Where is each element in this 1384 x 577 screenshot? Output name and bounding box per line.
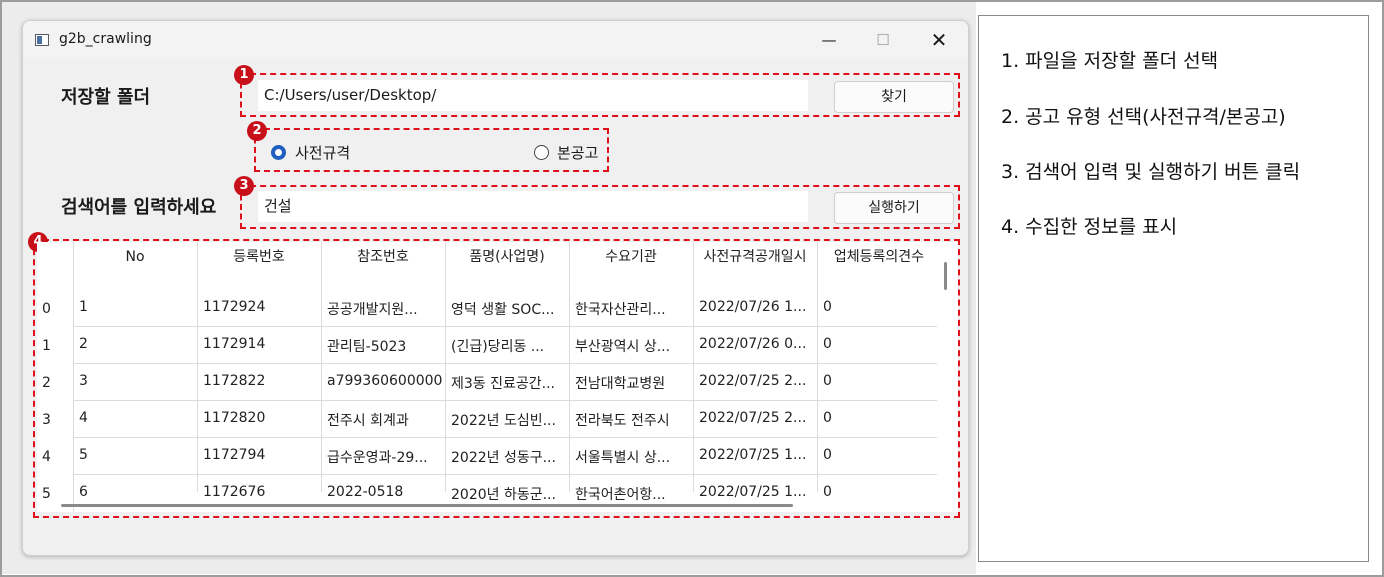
table-cell[interactable]: 관리팀-5023 bbox=[321, 336, 445, 356]
table-cell[interactable]: 2022년 도심빈... bbox=[445, 410, 569, 430]
table-cell[interactable]: 2 bbox=[73, 336, 197, 352]
table-cell[interactable]: (긴급)당리동 ... bbox=[445, 336, 569, 356]
column-header-opinion-count[interactable]: 업체등록의견수 bbox=[817, 242, 941, 272]
folder-path-input[interactable]: C:/Users/user/Desktop/ bbox=[258, 80, 808, 111]
table-cell[interactable]: 한국어촌어항... bbox=[569, 484, 693, 504]
table-cell[interactable]: 0 bbox=[817, 336, 941, 352]
table-cell[interactable]: 전라북도 전주시 bbox=[569, 410, 693, 430]
table-cell[interactable]: 한국자산관리... bbox=[569, 299, 693, 319]
instructions-panel: 1. 파일을 저장할 폴더 선택 2. 공고 유형 선택(사전규격/본공고) 3… bbox=[978, 15, 1369, 562]
table-cell[interactable]: 1 bbox=[73, 299, 197, 315]
close-icon[interactable]: ✕ bbox=[919, 27, 959, 53]
table-cell[interactable]: 2022/07/25 1... bbox=[693, 447, 817, 463]
table-cell[interactable]: 0 bbox=[817, 484, 941, 500]
table-cell[interactable]: 1172794 bbox=[197, 447, 321, 463]
grid-line bbox=[73, 400, 937, 401]
table-cell[interactable]: 전남대학교병원 bbox=[569, 373, 693, 393]
row-index[interactable]: 5 bbox=[37, 486, 73, 502]
column-header-reg-no[interactable]: 등록번호 bbox=[197, 242, 321, 272]
step-2: 2. 공고 유형 선택(사전규격/본공고) bbox=[1001, 106, 1286, 128]
table-cell[interactable]: 제3동 진료공간... bbox=[445, 373, 569, 393]
minimize-icon[interactable]: — bbox=[809, 27, 849, 53]
radio-main-notice[interactable] bbox=[534, 145, 549, 160]
step-1: 1. 파일을 저장할 폴더 선택 bbox=[1001, 50, 1219, 72]
table-cell[interactable]: 0 bbox=[817, 299, 941, 315]
table-cell[interactable]: 5 bbox=[73, 447, 197, 463]
search-input[interactable]: 건설 bbox=[258, 191, 808, 222]
table-cell[interactable]: 영덕 생활 SOC... bbox=[445, 299, 569, 319]
grid-line bbox=[73, 326, 937, 327]
column-header-item-name[interactable]: 품명(사업명) bbox=[445, 242, 569, 272]
table-cell[interactable]: 1172820 bbox=[197, 410, 321, 426]
column-header-no[interactable]: No bbox=[73, 242, 197, 272]
table-cell[interactable]: 1172924 bbox=[197, 299, 321, 315]
table-cell[interactable]: 0 bbox=[817, 373, 941, 389]
table-cell[interactable]: 1172914 bbox=[197, 336, 321, 352]
table-cell[interactable]: 1172822 bbox=[197, 373, 321, 389]
horizontal-scrollbar[interactable] bbox=[61, 504, 793, 507]
row-index[interactable]: 3 bbox=[37, 412, 73, 428]
maximize-icon[interactable]: ☐ bbox=[863, 27, 903, 53]
table-cell[interactable]: 3 bbox=[73, 373, 197, 389]
annotation-marker-1: 1 bbox=[234, 65, 254, 85]
table-cell[interactable]: 4 bbox=[73, 410, 197, 426]
table-cell[interactable]: 1172676 bbox=[197, 484, 321, 500]
vertical-scrollbar[interactable] bbox=[944, 262, 947, 290]
column-header-ref-no[interactable]: 참조번호 bbox=[321, 242, 445, 272]
column-header-open-date[interactable]: 사전규격공개일시 bbox=[693, 242, 817, 272]
table-cell[interactable]: 0 bbox=[817, 410, 941, 426]
step-3: 3. 검색어 입력 및 실행하기 버튼 클릭 bbox=[1001, 161, 1301, 183]
grid-line bbox=[73, 363, 937, 364]
table-cell[interactable]: a799360600000 bbox=[321, 373, 445, 389]
table-cell[interactable]: 2022-0518 bbox=[321, 484, 445, 500]
row-index[interactable]: 1 bbox=[37, 338, 73, 354]
table-cell[interactable]: 서울특별시 상... bbox=[569, 447, 693, 467]
table-cell[interactable]: 0 bbox=[817, 447, 941, 463]
table-cell[interactable]: 공공개발지원... bbox=[321, 299, 445, 319]
table-cell[interactable]: 2020년 하동군... bbox=[445, 484, 569, 504]
table-cell[interactable]: 2022/07/26 1... bbox=[693, 299, 817, 315]
table-cell[interactable]: 2022/07/25 2... bbox=[693, 373, 817, 389]
results-table[interactable]: No 등록번호 참조번호 품명(사업명) 수요기관 사전규격공개일시 업체등록의… bbox=[37, 242, 958, 512]
table-cell[interactable]: 2022년 성동구... bbox=[445, 447, 569, 467]
table-cell[interactable]: 급수운영과-29... bbox=[321, 447, 445, 467]
table-cell[interactable]: 2022/07/25 2... bbox=[693, 410, 817, 426]
annotation-marker-3: 3 bbox=[234, 176, 254, 196]
row-index[interactable]: 4 bbox=[37, 449, 73, 465]
browse-button[interactable]: 찾기 bbox=[834, 81, 954, 113]
table-cell[interactable]: 6 bbox=[73, 484, 197, 500]
run-button[interactable]: 실행하기 bbox=[834, 192, 954, 224]
table-cell[interactable]: 전주시 회계과 bbox=[321, 410, 445, 430]
window-title: g2b_crawling bbox=[59, 31, 152, 47]
folder-label: 저장할 폴더 bbox=[61, 87, 151, 108]
grid-line bbox=[73, 474, 937, 475]
row-index[interactable]: 2 bbox=[37, 375, 73, 391]
app-icon bbox=[35, 34, 49, 46]
table-cell[interactable]: 2022/07/25 1... bbox=[693, 484, 817, 500]
title-bar: g2b_crawling — ☐ ✕ bbox=[23, 21, 968, 59]
radio-pre-spec-label: 사전규격 bbox=[295, 144, 351, 162]
radio-main-notice-label: 본공고 bbox=[557, 144, 599, 162]
search-label: 검색어를 입력하세요 bbox=[61, 197, 217, 218]
step-4: 4. 수집한 정보를 표시 bbox=[1001, 216, 1178, 238]
radio-pre-spec[interactable] bbox=[271, 145, 286, 160]
annotation-marker-2: 2 bbox=[247, 121, 267, 141]
app-window: g2b_crawling — ☐ ✕ 저장할 폴더 1 C:/Users/use… bbox=[22, 20, 969, 556]
table-cell[interactable]: 2022/07/26 0... bbox=[693, 336, 817, 352]
table-cell[interactable]: 부산광역시 상... bbox=[569, 336, 693, 356]
row-index[interactable]: 0 bbox=[37, 301, 73, 317]
column-header-agency[interactable]: 수요기관 bbox=[569, 242, 693, 272]
grid-line bbox=[73, 437, 937, 438]
